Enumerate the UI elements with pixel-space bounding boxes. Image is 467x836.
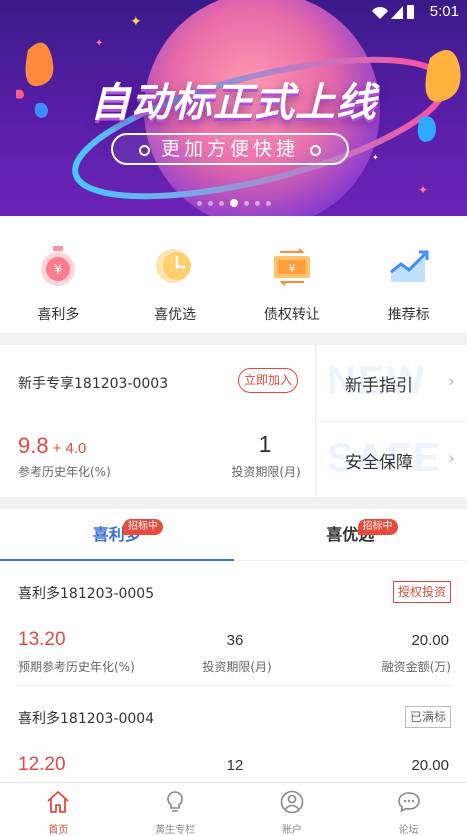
- product-term: 36: [226, 632, 244, 649]
- category-debt-transfer[interactable]: ¥ 债权转让: [234, 216, 351, 333]
- list-item[interactable]: 喜利多181203-0004 已满标 12.20 12 20.00: [16, 686, 451, 789]
- app-screen: ✦ ✦ ✦ ✦ 5:01 自动标正式上线 更加方便快捷 ¥ 喜利多 喜优选 ¥ …: [0, 0, 467, 836]
- home-icon: [47, 791, 69, 813]
- product-name: 喜利多181203-0005: [18, 586, 155, 602]
- status-badge: 已满标: [404, 706, 451, 728]
- nav-account[interactable]: 账户: [234, 783, 351, 836]
- carousel-dot[interactable]: [196, 200, 202, 206]
- tab-badge: 招标中: [123, 519, 163, 535]
- clock-coin-icon: [156, 249, 192, 283]
- newbie-product-name: 新手专享181203-0003: [18, 376, 169, 392]
- carousel-dot[interactable]: [265, 200, 271, 206]
- nav-column[interactable]: 黄生专栏: [117, 783, 234, 836]
- promo-banner[interactable]: ✦ ✦ ✦ ✦ 5:01 自动标正式上线 更加方便快捷: [0, 0, 467, 216]
- newbie-section: 新手专享181203-0003 立即加入 9.8 + 4.0 参考历史年化(%) …: [0, 345, 467, 497]
- newbie-rate: 9.8 + 4.0: [18, 433, 86, 459]
- amount-label: 融资金额(万): [381, 660, 451, 674]
- nav-label: 账户: [281, 825, 302, 836]
- category-label: 推荐标: [387, 307, 430, 323]
- product-amount: 20.00: [411, 757, 449, 774]
- category-grid: ¥ 喜利多 喜优选 ¥ 债权转让 推荐标: [0, 216, 467, 333]
- svg-text:✦: ✦: [95, 38, 103, 49]
- newbie-links: NEW 新手指引 › SAFE 安全保障 ›: [317, 345, 467, 497]
- tab-badge: 招标中: [357, 519, 398, 535]
- svg-text:✦: ✦: [372, 153, 379, 162]
- chevron-right-icon: ›: [447, 448, 455, 469]
- product-amount: 20.00: [411, 632, 449, 649]
- product-rate: 13.20: [18, 629, 66, 650]
- banner-title: 自动标正式上线: [90, 80, 377, 126]
- list-item[interactable]: 喜利多181203-0005 授权投资 13.20 36 20.00 预期参考历…: [16, 561, 451, 686]
- bottom-nav: 首页 黄生专栏 账户 论坛: [0, 782, 467, 836]
- newbie-rate-label: 参考历史年化(%): [18, 465, 111, 479]
- category-xiliduo[interactable]: ¥ 喜利多: [0, 216, 117, 333]
- svg-text:¥: ¥: [288, 262, 295, 275]
- product-name: 喜利多181203-0004: [18, 711, 155, 727]
- category-recommended[interactable]: 推荐标: [350, 216, 467, 333]
- category-label: 喜优选: [154, 307, 197, 323]
- security-link[interactable]: SAFE 安全保障 ›: [317, 421, 467, 497]
- carousel-dot[interactable]: [254, 200, 260, 206]
- yen-transfer-icon: ¥: [273, 248, 310, 286]
- newbie-guide-label: 新手指引: [345, 376, 413, 396]
- status-bar: 5:01: [0, 0, 467, 24]
- carousel-dot[interactable]: [229, 199, 238, 207]
- nav-home[interactable]: 首页: [0, 783, 117, 836]
- carousel-dot[interactable]: [243, 200, 249, 206]
- category-label: 喜利多: [37, 307, 80, 323]
- rate-value: 9.8: [18, 433, 49, 458]
- user-icon: [280, 790, 304, 814]
- carousel-dot[interactable]: [218, 200, 224, 206]
- rate-label: 预期参考历史年化(%): [18, 660, 135, 674]
- lightbulb-icon: [167, 791, 183, 812]
- category-label: 债权转让: [263, 307, 320, 323]
- join-now-button[interactable]: 立即加入: [238, 368, 298, 393]
- svg-text:✦: ✦: [418, 183, 428, 197]
- status-time: 5:01: [429, 3, 459, 20]
- tab-xiyouxuan[interactable]: 喜优选 招标中: [234, 509, 467, 560]
- banner-subtitle: 更加方便快捷: [111, 133, 349, 165]
- status-badge: 授权投资: [392, 581, 451, 603]
- chevron-right-icon: ›: [447, 371, 455, 392]
- newbie-product-card[interactable]: 新手专享181203-0003 立即加入 9.8 + 4.0 参考历史年化(%) …: [0, 345, 316, 497]
- chat-icon: [397, 792, 420, 813]
- carousel-dot[interactable]: [207, 200, 213, 206]
- product-tabs: 喜利多 招标中 喜优选 招标中: [0, 509, 467, 561]
- trend-chart-icon: [389, 250, 429, 282]
- newbie-term: 1: [258, 431, 272, 457]
- nav-label: 首页: [48, 825, 69, 836]
- product-term: 12: [226, 757, 244, 774]
- product-list-section: 喜利多 招标中 喜优选 招标中 喜利多181203-0005 授权投资 13.2…: [0, 509, 467, 789]
- security-label: 安全保障: [345, 453, 413, 473]
- product-rate: 12.20: [18, 754, 66, 775]
- rate-bonus: + 4.0: [52, 440, 87, 457]
- svg-text:¥: ¥: [54, 263, 62, 278]
- status-icons: [371, 4, 415, 24]
- term-label: 投资期限(月): [202, 660, 272, 674]
- nav-label: 论坛: [398, 825, 419, 836]
- tab-xiliduo[interactable]: 喜利多 招标中: [0, 509, 234, 561]
- signal-wifi-battery-icon: [372, 5, 414, 19]
- newbie-guide-link[interactable]: NEW 新手指引 ›: [317, 345, 467, 421]
- nav-forum[interactable]: 论坛: [350, 783, 467, 836]
- newbie-term-label: 投资期限(月): [231, 465, 301, 479]
- nav-label: 黄生专栏: [155, 825, 196, 836]
- carousel-dots[interactable]: [0, 199, 467, 207]
- stopwatch-yen-icon: ¥: [41, 246, 76, 286]
- category-xiyouxuan[interactable]: 喜优选: [117, 216, 234, 333]
